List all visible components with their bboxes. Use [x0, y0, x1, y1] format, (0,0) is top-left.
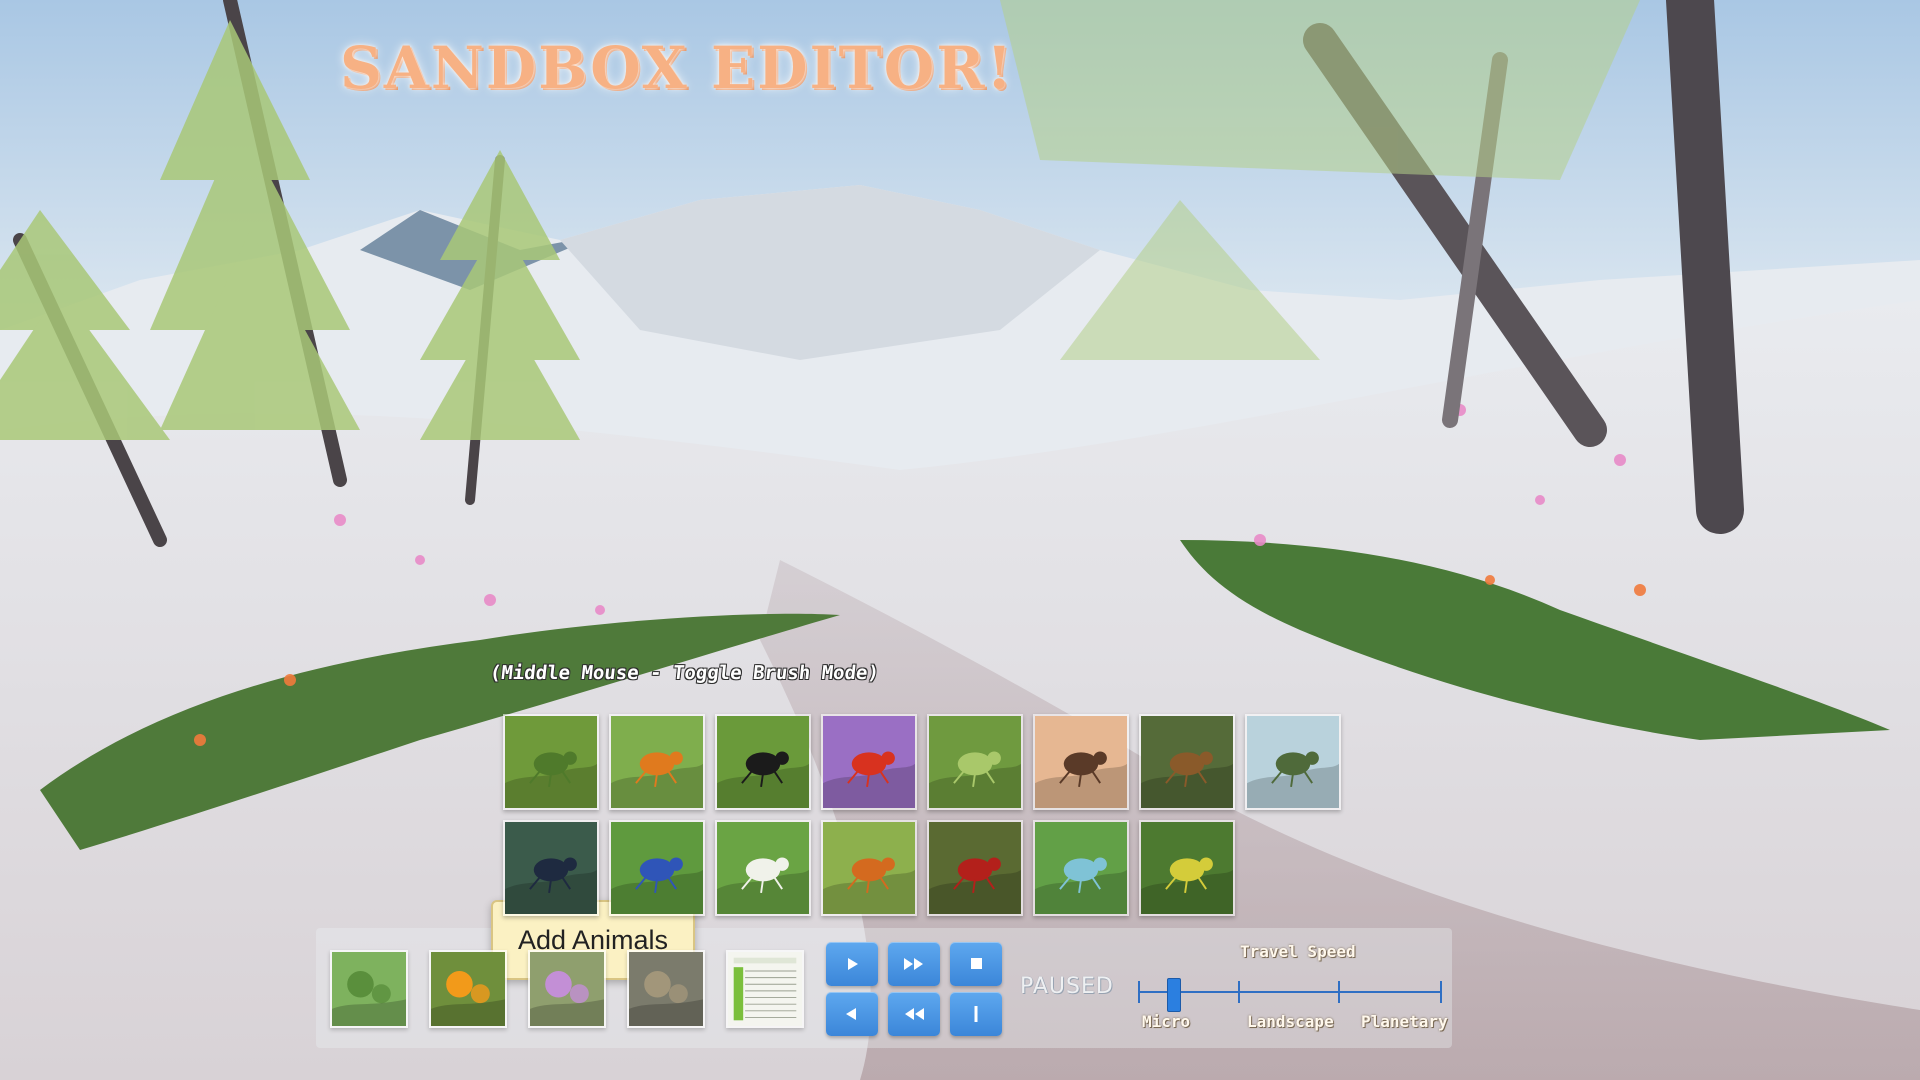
rewind-icon — [905, 1008, 924, 1020]
ladybug-icon — [823, 716, 915, 808]
animal-tile[interactable] — [715, 714, 811, 810]
grassland-world-icon — [332, 952, 406, 1026]
travel-speed-slider[interactable] — [1138, 978, 1442, 1012]
bee-icon — [1141, 716, 1233, 808]
world-preset-thumb[interactable] — [528, 950, 606, 1028]
world-preset-thumb[interactable] — [627, 950, 705, 1028]
world-preset-thumb[interactable] — [429, 950, 507, 1028]
scorpion-icon — [611, 822, 703, 914]
animal-tile[interactable] — [1245, 714, 1341, 810]
animal-tile[interactable] — [1139, 820, 1235, 916]
animal-tile[interactable] — [1139, 714, 1235, 810]
animal-tile[interactable] — [821, 714, 917, 810]
rewind-button[interactable] — [888, 992, 940, 1036]
animal-tile[interactable] — [1033, 820, 1129, 916]
animal-tile[interactable] — [927, 714, 1023, 810]
slider-track — [1138, 991, 1442, 993]
travel-speed-label: Travel Speed — [1240, 942, 1356, 961]
slider-thumb[interactable] — [1166, 978, 1181, 1012]
mealybug-icon — [717, 822, 809, 914]
brush-mode-hint: (Middle Mouse - Toggle Brush Mode) — [488, 662, 881, 684]
red-ant-icon — [929, 822, 1021, 914]
animal-tile[interactable] — [1033, 714, 1129, 810]
stop-icon — [971, 958, 982, 969]
animal-tile[interactable] — [503, 714, 599, 810]
flower-world-icon — [431, 952, 505, 1026]
meadow-world-icon — [530, 952, 604, 1026]
world-preset-thumb[interactable] — [726, 950, 804, 1028]
reverse-icon — [846, 1008, 856, 1020]
wasp-icon — [505, 822, 597, 914]
slider-tick — [1238, 981, 1240, 1003]
speed-option-micro: Micro — [1142, 1012, 1191, 1031]
aphid-icon — [1141, 822, 1233, 914]
ant-silhouette-icon — [1035, 716, 1127, 808]
grasshopper-icon — [929, 716, 1021, 808]
slider-tick — [1338, 981, 1340, 1003]
animal-tile[interactable] — [609, 820, 705, 916]
stump-world-icon — [629, 952, 703, 1026]
step-button[interactable] — [950, 992, 1002, 1036]
animal-tile[interactable] — [609, 714, 705, 810]
reverse-button[interactable] — [826, 992, 878, 1036]
fast-forward-button[interactable] — [888, 942, 940, 986]
speed-option-planetary: Planetary — [1361, 1012, 1448, 1031]
play-icon — [848, 958, 858, 970]
butterfly-icon — [611, 716, 703, 808]
animal-tile[interactable] — [503, 820, 599, 916]
speed-option-landscape: Landscape — [1247, 1012, 1334, 1031]
spreadsheet-icon — [728, 952, 802, 1026]
sandbox-editor-title: SANDBOX EDITOR! — [340, 34, 1014, 102]
animal-tile[interactable] — [821, 820, 917, 916]
playback-status: PAUSED — [1020, 974, 1114, 999]
fire-ant-icon — [823, 822, 915, 914]
fast-forward-icon — [904, 958, 923, 970]
praying-mantis-icon — [505, 716, 597, 808]
slider-tick — [1440, 981, 1442, 1003]
beetle-icon — [717, 716, 809, 808]
animal-tile[interactable] — [927, 820, 1023, 916]
play-button[interactable] — [826, 942, 878, 986]
stop-button[interactable] — [950, 942, 1002, 986]
animal-tile[interactable] — [715, 820, 811, 916]
blue-beetle-icon — [1035, 822, 1127, 914]
slider-tick — [1138, 981, 1140, 1003]
world-preset-thumb[interactable] — [330, 950, 408, 1028]
snowy-landscape-background — [0, 0, 1920, 1080]
step-icon — [974, 1006, 978, 1022]
dragonfly-icon — [1247, 716, 1339, 808]
